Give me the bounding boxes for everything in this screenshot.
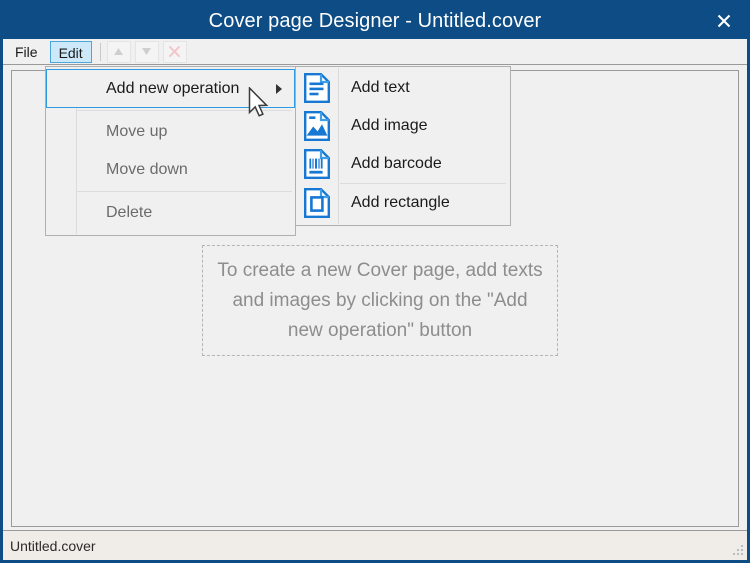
triangle-up-icon bbox=[113, 47, 124, 56]
status-bar: Untitled.cover bbox=[3, 530, 747, 560]
menu-edit[interactable]: Edit bbox=[50, 41, 92, 63]
edit-dropdown-menu: Add new operation Move up Move down Dele… bbox=[45, 66, 296, 236]
delete-button[interactable] bbox=[163, 41, 187, 63]
menu-item-move-up[interactable]: Move up bbox=[46, 113, 295, 151]
menu-item-delete[interactable]: Delete bbox=[46, 194, 295, 232]
document-rectangle-icon bbox=[296, 188, 338, 218]
submenu-item-label: Add barcode bbox=[338, 155, 442, 173]
menu-item-add-new-operation[interactable]: Add new operation bbox=[46, 69, 295, 108]
add-new-operation-submenu: Add text Add image bbox=[295, 66, 511, 226]
empty-state-hint: To create a new Cover page, add texts an… bbox=[202, 245, 558, 356]
menu-divider bbox=[76, 191, 292, 192]
resize-grip[interactable] bbox=[730, 543, 744, 557]
close-button[interactable] bbox=[701, 3, 747, 39]
menu-item-label: Add new operation bbox=[47, 80, 239, 98]
submenu-item-add-image[interactable]: Add image bbox=[296, 107, 510, 145]
window-title: Cover page Designer - Untitled.cover bbox=[209, 10, 542, 33]
status-text: Untitled.cover bbox=[3, 538, 96, 554]
application-window: Cover page Designer - Untitled.cover Fil… bbox=[0, 0, 750, 563]
toolbar-separator bbox=[100, 43, 101, 61]
menu-divider bbox=[76, 110, 292, 111]
menu-file[interactable]: File bbox=[6, 41, 47, 63]
submenu-item-label: Add rectangle bbox=[338, 194, 450, 212]
menu-item-move-down[interactable]: Move down bbox=[46, 151, 295, 189]
cross-icon bbox=[168, 45, 181, 58]
menu-item-label: Delete bbox=[46, 204, 152, 222]
move-up-button[interactable] bbox=[107, 41, 131, 63]
menu-item-label: Move up bbox=[46, 123, 167, 141]
submenu-item-add-text[interactable]: Add text bbox=[296, 69, 510, 107]
submenu-item-label: Add text bbox=[338, 79, 410, 97]
submenu-item-add-rectangle[interactable]: Add rectangle bbox=[296, 184, 510, 222]
title-bar: Cover page Designer - Untitled.cover bbox=[3, 3, 747, 39]
chevron-right-icon bbox=[276, 84, 282, 94]
close-icon bbox=[715, 12, 733, 30]
menu-item-label: Move down bbox=[46, 161, 188, 179]
triangle-down-icon bbox=[141, 47, 152, 56]
document-text-icon bbox=[296, 73, 338, 103]
submenu-item-add-barcode[interactable]: Add barcode bbox=[296, 145, 510, 183]
document-barcode-icon bbox=[296, 149, 338, 179]
move-down-button[interactable] bbox=[135, 41, 159, 63]
menu-bar: File Edit bbox=[3, 39, 747, 65]
submenu-item-label: Add image bbox=[338, 117, 428, 135]
document-image-icon bbox=[296, 111, 338, 141]
